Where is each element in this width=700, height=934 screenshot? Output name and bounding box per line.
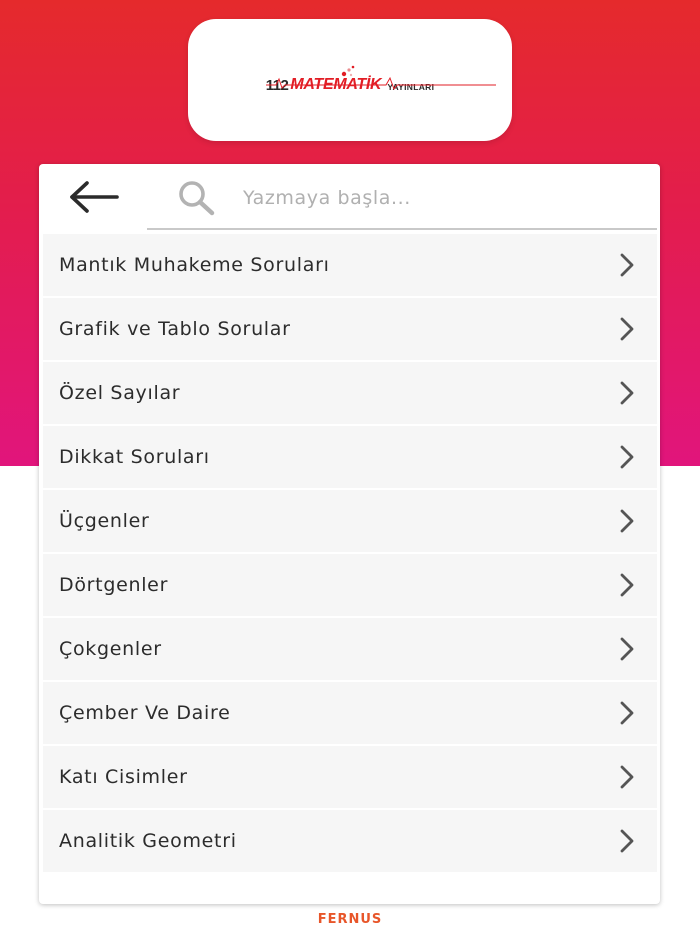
chevron-right-icon — [620, 701, 634, 725]
list-item-label: Dikkat Soruları — [59, 446, 210, 468]
list-item[interactable]: Katı Cisimler — [43, 746, 657, 808]
list-item[interactable]: Dikkat Soruları — [43, 426, 657, 488]
list-item-label: Özel Sayılar — [59, 382, 181, 404]
list-item-label: Çember Ve Daire — [59, 702, 231, 724]
search-bar — [39, 164, 660, 230]
pulse-line-graphic — [265, 76, 496, 90]
list-item[interactable]: Analitik Geometri — [43, 810, 657, 872]
logo-dots-graphic — [342, 65, 355, 77]
list-item-label: Dörtgenler — [59, 574, 169, 596]
chevron-right-icon — [620, 509, 634, 533]
category-panel: Mantık Muhakeme Soruları Grafik ve Tablo … — [39, 164, 660, 904]
arrow-left-icon — [70, 181, 119, 213]
publisher-logo: 112 MATEMATİK YAYINLARI — [265, 65, 496, 94]
list-item[interactable]: Mantık Muhakeme Soruları — [43, 234, 657, 296]
list-item[interactable]: Üçgenler — [43, 490, 657, 552]
list-item-label: Analitik Geometri — [59, 830, 237, 852]
chevron-right-icon — [620, 253, 634, 277]
chevron-right-icon — [620, 317, 634, 341]
list-item-label: Mantık Muhakeme Soruları — [59, 254, 330, 276]
list-item-label: Çokgenler — [59, 638, 162, 660]
list-item-label: Üçgenler — [59, 510, 150, 532]
list-item[interactable]: Çokgenler — [43, 618, 657, 680]
category-list: Mantık Muhakeme Soruları Grafik ve Tablo … — [43, 234, 657, 874]
search-field — [147, 164, 657, 230]
chevron-right-icon — [620, 381, 634, 405]
list-item-label: Grafik ve Tablo Sorular — [59, 318, 291, 340]
footer-brand: FERNUS — [317, 912, 383, 927]
list-item[interactable]: Dörtgenler — [43, 554, 657, 616]
search-input[interactable] — [243, 178, 643, 218]
chevron-right-icon — [620, 573, 634, 597]
search-icon — [179, 181, 215, 216]
chevron-right-icon — [620, 637, 634, 661]
chevron-right-icon — [620, 829, 634, 853]
logo-card: 112 MATEMATİK YAYINLARI — [188, 19, 512, 141]
chevron-right-icon — [620, 765, 634, 789]
list-item[interactable]: Çember Ve Daire — [43, 682, 657, 744]
list-item[interactable]: Özel Sayılar — [43, 362, 657, 424]
list-item[interactable]: Grafik ve Tablo Sorular — [43, 298, 657, 360]
chevron-right-icon — [620, 445, 634, 469]
list-item-label: Katı Cisimler — [59, 766, 188, 788]
back-button[interactable] — [65, 177, 123, 217]
